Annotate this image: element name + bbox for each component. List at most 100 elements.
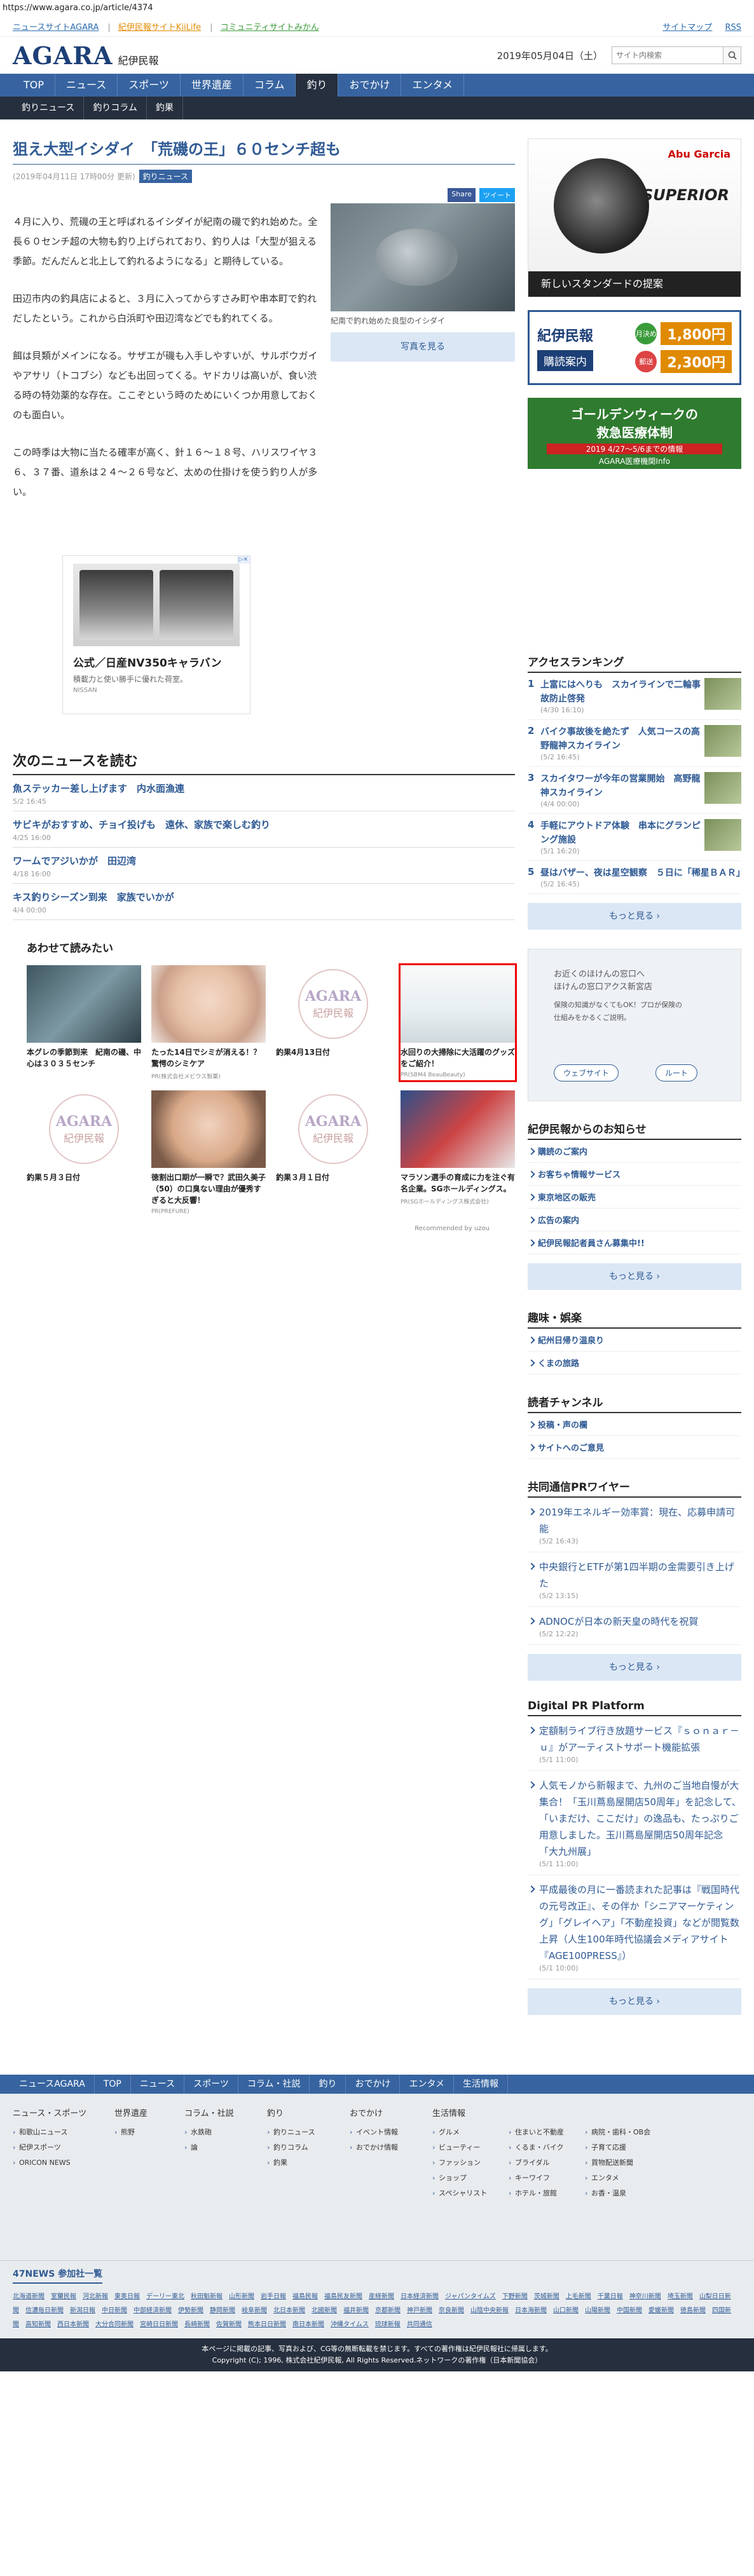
47news-member-link[interactable]: 宮崎日日新聞	[140, 2321, 178, 2328]
47news-member-link[interactable]: 神奈川新聞	[629, 2293, 661, 2300]
notice-item[interactable]: 購読のご案内	[528, 1140, 741, 1163]
kyodo-item[interactable]: 2019年エネルギー効率賞：現在、応募申請可能 (5/2 16:43)	[528, 1498, 741, 1552]
notice-item[interactable]: 広告の案内	[528, 1209, 741, 1231]
47news-member-link[interactable]: 室蘭民報	[51, 2293, 76, 2300]
view-photo-button[interactable]: 写真を見る	[331, 332, 515, 362]
47news-member-link[interactable]: ジャパンタイムズ	[445, 2293, 496, 2300]
news-item[interactable]: 魚ステッカー差し上げます 内水面漁連 5/2 16:45	[13, 775, 515, 811]
link-rss[interactable]: RSS	[725, 23, 741, 32]
footer-nav-item[interactable]: TOP	[95, 2075, 131, 2094]
notice-item[interactable]: 紀伊民報記者員さん募集中!!	[528, 1231, 741, 1254]
subscription-banner[interactable]: 紀伊民報 購読案内 月決め 1,800円 郵送 2,300円	[528, 310, 741, 385]
47news-member-link[interactable]: 徳島新聞	[680, 2307, 706, 2314]
nav-news[interactable]: ニュース	[55, 74, 118, 97]
footer-link[interactable]: 買物配送新聞	[585, 2155, 661, 2171]
47news-member-link[interactable]: 岐阜新聞	[242, 2307, 267, 2314]
47news-member-link[interactable]: 琉球新報	[375, 2321, 401, 2328]
footer-link[interactable]: お香・温泉	[585, 2186, 661, 2201]
news-item[interactable]: キス釣りシーズン到来 家族でいかが 4/4 00:00	[13, 884, 515, 920]
47news-member-link[interactable]: 埼玉新聞	[668, 2293, 693, 2300]
47news-member-link[interactable]: 中国新聞	[617, 2307, 642, 2314]
47news-member-link[interactable]: 共同通信	[407, 2321, 432, 2328]
link-agara-news[interactable]: ニュースサイトAGARA	[13, 23, 99, 32]
kyodo-more-button[interactable]: もっと見る ›	[528, 1654, 741, 1681]
footer-link[interactable]: 水鉄砲	[184, 2125, 267, 2140]
47news-member-link[interactable]: 岩手日報	[261, 2293, 286, 2300]
kyodo-item[interactable]: 中央銀行とETFが第1四半期の金需要引き上げた (5/2 13:15)	[528, 1552, 741, 1607]
47news-member-link[interactable]: 山形新聞	[229, 2293, 254, 2300]
47news-member-link[interactable]: 熊本日日新聞	[248, 2321, 286, 2328]
47news-member-link[interactable]: 京都新聞	[375, 2307, 401, 2314]
footer-link[interactable]: イベント情報	[350, 2125, 432, 2140]
47news-member-link[interactable]: 福井新聞	[343, 2307, 369, 2314]
47news-member-link[interactable]: 河北新報	[83, 2293, 108, 2300]
article-photo-image[interactable]	[331, 203, 515, 311]
site-logo[interactable]: AGARA 紀伊民報	[13, 41, 159, 70]
47news-member-link[interactable]: 日本海新聞	[515, 2307, 547, 2314]
footer-nav-item[interactable]: コラム・社説	[238, 2075, 310, 2094]
47news-member-link[interactable]: 日本経済新聞	[401, 2293, 439, 2300]
recommended-card[interactable]: AGARA 紀伊民報 釣果4月13日付	[276, 965, 390, 1080]
47news-member-link[interactable]: 秋田魁新報	[191, 2293, 223, 2300]
nav-entame[interactable]: エンタメ	[401, 74, 465, 97]
link-mikan[interactable]: コミュニティサイトみかん	[221, 23, 319, 32]
ranking-item[interactable]: 4 手軽にアウトドア体験 串本にグランピング施設 (5/1 16:20)	[528, 814, 741, 861]
footer-link[interactable]: ショップ	[432, 2171, 509, 2186]
map-route-button[interactable]: ルート	[655, 1064, 698, 1081]
link-kiilife[interactable]: 紀伊民報サイトKiiLife	[118, 23, 201, 32]
footer-nav-item[interactable]: ニュース	[131, 2075, 185, 2094]
47news-member-link[interactable]: 千葉日報	[598, 2293, 623, 2300]
subnav-fishing-news[interactable]: 釣りニュース	[13, 97, 85, 119]
footer-nav-item[interactable]: ニュースAGARA	[10, 2075, 95, 2094]
47news-member-link[interactable]: 下野新聞	[502, 2293, 528, 2300]
twitter-tweet-button[interactable]: ツイート	[479, 188, 515, 202]
subnav-catch[interactable]: 釣果	[147, 97, 183, 119]
nav-column[interactable]: コラム	[243, 74, 296, 97]
47news-member-link[interactable]: 大分合同新聞	[95, 2321, 134, 2328]
47news-member-link[interactable]: 福島民報	[292, 2293, 318, 2300]
47news-member-link[interactable]: 北海道新聞	[13, 2293, 45, 2300]
link-sitemap[interactable]: サイトマップ	[662, 23, 712, 32]
footer-link[interactable]: ORICON NEWS	[13, 2155, 114, 2171]
nav-heritage[interactable]: 世界遺産	[181, 74, 243, 97]
47news-member-link[interactable]: 上毛新聞	[566, 2293, 591, 2300]
kyodo-item[interactable]: ADNOCが日本の新天皇の時代を祝賀 (5/2 12:22)	[528, 1607, 741, 1645]
footer-link[interactable]: 和歌山ニュース	[13, 2125, 114, 2140]
footer-link[interactable]: ブライダル	[509, 2155, 585, 2171]
footer-nav-item[interactable]: スポーツ	[184, 2075, 238, 2094]
47news-member-link[interactable]: 山陰中央新報	[470, 2307, 509, 2314]
47news-member-link[interactable]: 山陽新聞	[585, 2307, 610, 2314]
footer-link[interactable]: 熊野	[114, 2125, 184, 2140]
recommended-card[interactable]: 徳割出口期が一瞬で？武田久美子（50）の口臭ない理由が優秀すぎると大反響！ PR…	[151, 1090, 266, 1215]
47news-member-link[interactable]: 沖縄タイムス	[331, 2321, 369, 2328]
47news-member-link[interactable]: 東奥日報	[114, 2293, 140, 2300]
ranking-item[interactable]: 1 上富にはへりも スカイラインで二輪事故防止啓発 (4/30 16:10)	[528, 673, 741, 720]
47news-member-link[interactable]: 静岡新聞	[210, 2307, 235, 2314]
footer-link[interactable]: ビューティー	[432, 2140, 509, 2155]
ad-choices-icon[interactable]: ▷✕	[236, 556, 250, 564]
search-button[interactable]	[723, 46, 741, 64]
nav-top[interactable]: TOP	[13, 74, 56, 97]
nav-odekake[interactable]: おでかけ	[338, 74, 402, 97]
hobby-item[interactable]: くまの旅路	[528, 1352, 741, 1374]
recommended-card[interactable]: たった14日でシミが消える！？驚愕のシミケア PR(株式会社メビウス製薬)	[151, 965, 266, 1080]
news-item[interactable]: ワームでアジいかが 田辺湾 4/18 16:00	[13, 848, 515, 884]
footer-link[interactable]: 病院・歯科・OB会	[585, 2125, 661, 2140]
footer-link[interactable]: 住まいと不動産	[509, 2125, 585, 2140]
facebook-share-button[interactable]: Share	[448, 188, 476, 202]
hobby-item[interactable]: 紀州日帰り温泉り	[528, 1329, 741, 1352]
footer-link[interactable]: 論	[184, 2140, 267, 2155]
notice-item[interactable]: お客ちゃ情報サービス	[528, 1163, 741, 1186]
47news-member-link[interactable]: 長崎新聞	[184, 2321, 210, 2328]
reader-item[interactable]: サイトへのご意見	[528, 1436, 741, 1459]
47news-member-link[interactable]: デーリー東北	[146, 2293, 184, 2300]
footer-nav-item[interactable]: 生活情報	[454, 2075, 509, 2094]
footer-link[interactable]: くるま・バイク	[509, 2140, 585, 2155]
recommended-card[interactable]: AGARA 紀伊民報 釣果５月３日付	[27, 1090, 141, 1215]
footer-link[interactable]: ファッション	[432, 2155, 509, 2171]
recommended-card[interactable]: 本グレの季節到来 紀南の磯、中心は３０３５センチ	[27, 965, 141, 1080]
footer-nav-item[interactable]: エンタメ	[400, 2075, 455, 2094]
47news-member-link[interactable]: 中日新聞	[102, 2307, 127, 2314]
footer-link[interactable]: スペシャリスト	[432, 2186, 509, 2201]
47news-member-link[interactable]: 西日本新聞	[57, 2321, 89, 2328]
